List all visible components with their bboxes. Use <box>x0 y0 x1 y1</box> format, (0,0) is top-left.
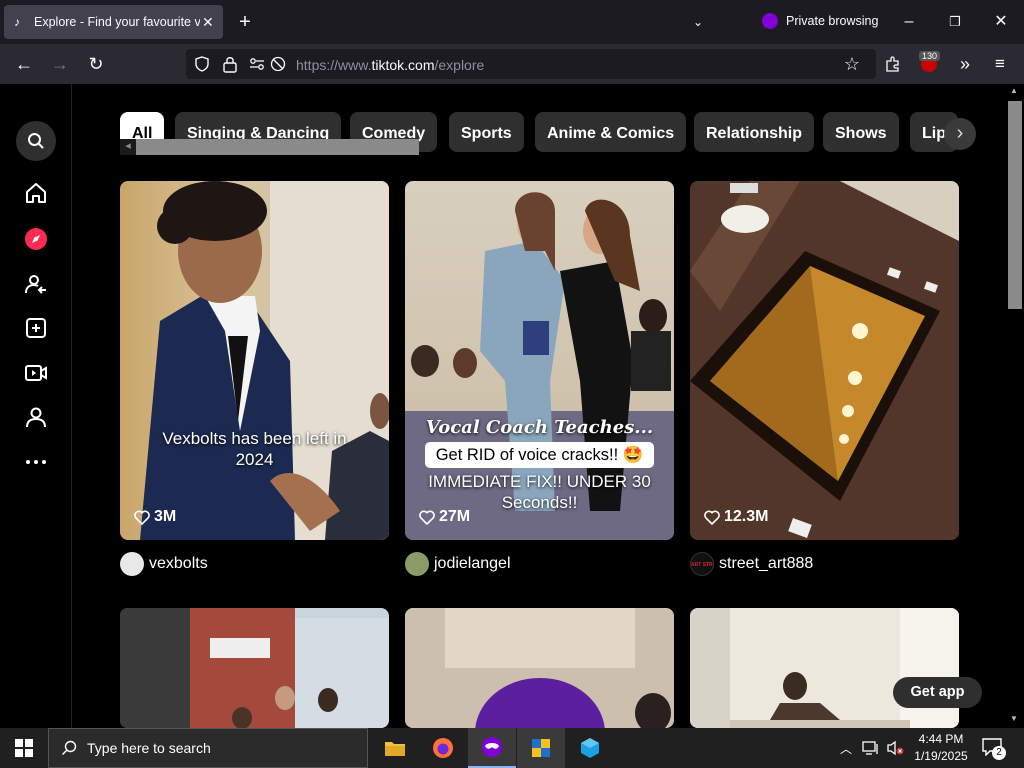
app-cube-icon[interactable] <box>566 728 614 768</box>
close-window-icon[interactable]: ✕ <box>992 12 1010 32</box>
private-browsing-label: Private browsing <box>786 14 879 28</box>
category-shows[interactable]: Shows <box>823 112 899 152</box>
category-relationship[interactable]: Relationship <box>694 112 815 152</box>
video-thumbnail <box>120 608 389 728</box>
following-icon[interactable] <box>16 264 56 304</box>
get-app-button[interactable]: Get app <box>893 677 982 708</box>
extension-badge: 130 <box>919 51 941 61</box>
video-card[interactable]: Vexbolts has been left in 2024 3M <box>120 181 389 540</box>
windows-start-icon[interactable] <box>0 728 48 768</box>
category-scrollbar[interactable] <box>136 139 419 155</box>
video-card[interactable] <box>405 608 674 728</box>
avatar: ART STREETS <box>690 552 714 576</box>
video-card[interactable]: Vocal Coach Teaches... Get RID of voice … <box>405 181 674 540</box>
taskbar-clock[interactable]: 4:44 PM 1/19/2025 <box>908 731 974 765</box>
minimize-icon[interactable]: – <box>900 12 918 32</box>
video-card[interactable] <box>120 608 389 728</box>
video-caption-script: Vocal Coach Teaches... <box>425 417 654 438</box>
clock-date: 1/19/2025 <box>914 749 968 763</box>
category-next-button[interactable]: › <box>944 118 976 150</box>
back-icon[interactable]: ← <box>14 54 34 74</box>
permissions-icon[interactable] <box>249 56 265 72</box>
video-caption-box: Get RID of voice cracks!! 🤩 <box>425 442 654 468</box>
explore-icon[interactable] <box>16 219 56 259</box>
heart-icon <box>704 510 720 525</box>
category-sports[interactable]: Sports <box>449 112 524 152</box>
taskbar-search-placeholder: Type here to search <box>87 740 211 756</box>
taskbar-search-box[interactable]: Type here to search <box>48 728 368 768</box>
firefox-icon[interactable] <box>419 728 467 768</box>
more-icon[interactable] <box>16 442 56 482</box>
tiktok-page: All Singing & Dancing Comedy Sports Anim… <box>0 84 1024 728</box>
firefox-private-icon[interactable] <box>468 728 516 768</box>
taskbar: Type here to search ︿ 4:44 PM 1/19/2025 … <box>0 728 1024 768</box>
profile-icon[interactable] <box>16 397 56 437</box>
url-bar[interactable]: https://www.tiktok.com/explore ☆ <box>186 49 876 79</box>
browser-tab[interactable]: ♪ Explore - Find your favourite vi ✕ <box>4 5 223 39</box>
video-caption: Vexbolts has been left in 2024 <box>162 429 347 469</box>
view-count: 12.3M <box>704 508 768 526</box>
notification-count-badge: 2 <box>992 746 1006 760</box>
category-anime-comics[interactable]: Anime & Comics <box>535 112 687 152</box>
video-card[interactable] <box>690 608 959 728</box>
heart-icon <box>419 510 435 525</box>
scroll-up-icon[interactable]: ▲ <box>1010 86 1018 95</box>
username-link[interactable]: vexbolts <box>120 552 208 576</box>
show-hidden-icons-chevron-icon[interactable]: ︿ <box>840 740 852 757</box>
private-browsing-indicator: Private browsing <box>762 13 878 29</box>
list-tabs-chevron-icon[interactable]: ⌄ <box>688 12 708 32</box>
tab-bar: ♪ Explore - Find your favourite vi ✕ + ⌄… <box>0 0 1024 44</box>
view-count: 3M <box>134 508 176 526</box>
private-mask-icon <box>762 13 778 29</box>
restore-icon[interactable]: ❐ <box>946 12 964 32</box>
heart-icon <box>134 510 150 525</box>
video-thumbnail <box>405 608 674 728</box>
upload-icon[interactable] <box>16 308 56 348</box>
video-caption-bottom: IMMEDIATE FIX!! UNDER 30 Seconds!! <box>428 472 651 512</box>
shield-icon[interactable] <box>194 56 210 72</box>
overflow-menu-icon[interactable]: » <box>955 54 975 74</box>
username-link[interactable]: jodielangel <box>405 552 511 576</box>
hamburger-menu-icon[interactable]: ≡ <box>991 54 1009 74</box>
scroll-down-icon[interactable]: ▼ <box>1010 714 1018 723</box>
forward-icon[interactable]: → <box>50 54 70 74</box>
video-thumbnail <box>140 181 389 540</box>
reload-icon[interactable]: ↻ <box>86 54 106 74</box>
security-app-icon[interactable] <box>517 728 565 768</box>
sidebar <box>0 84 72 728</box>
category-scroll-left-icon[interactable]: ◂ <box>120 139 136 155</box>
close-tab-icon[interactable]: ✕ <box>202 14 214 31</box>
lock-icon[interactable] <box>222 55 238 73</box>
live-icon[interactable] <box>16 353 56 393</box>
page-scrollbar-thumb[interactable] <box>1008 101 1022 309</box>
clock-time: 4:44 PM <box>918 732 964 746</box>
avatar <box>120 552 144 576</box>
tiktok-favicon-icon: ♪ <box>14 15 20 29</box>
home-icon[interactable] <box>16 173 56 213</box>
view-count: 27M <box>419 508 470 526</box>
bookmark-star-icon[interactable]: ☆ <box>842 54 862 74</box>
username-link[interactable]: ART STREETS street_art888 <box>690 552 813 576</box>
url-text[interactable]: https://www.tiktok.com/explore <box>296 57 484 73</box>
tab-title: Explore - Find your favourite vi <box>34 15 200 29</box>
search-icon <box>62 740 77 755</box>
new-tab-button[interactable]: + <box>235 12 255 32</box>
file-explorer-icon[interactable] <box>371 728 419 768</box>
extensions-icon[interactable] <box>884 55 902 73</box>
video-thumbnail <box>690 608 959 728</box>
notifications-icon[interactable]: 2 <box>982 738 1006 760</box>
nav-bar: ← → ↻ https://www.tiktok.com/explore ☆ »… <box>0 44 1024 84</box>
search-icon[interactable] <box>16 121 56 161</box>
avatar <box>405 552 429 576</box>
volume-muted-icon[interactable] <box>886 740 904 756</box>
video-card[interactable]: 12.3M <box>690 181 959 540</box>
video-thumbnail <box>690 181 959 540</box>
network-icon[interactable] <box>862 740 880 756</box>
autoplay-blocked-icon[interactable] <box>270 56 286 72</box>
